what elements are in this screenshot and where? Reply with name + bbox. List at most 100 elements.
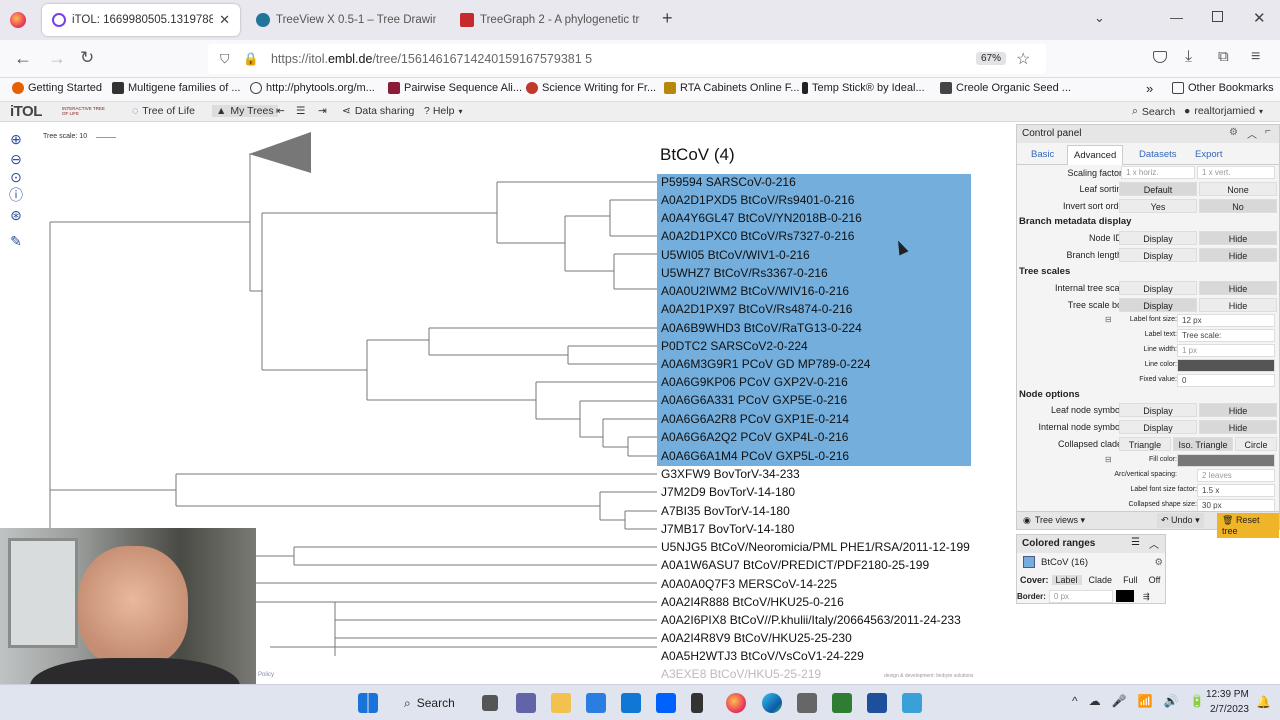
node-ids-display-button[interactable]: Display bbox=[1119, 231, 1197, 245]
bookmark-item[interactable]: Pairwise Sequence Ali... bbox=[388, 82, 522, 94]
gear-icon[interactable]: ⚙ bbox=[1229, 127, 1238, 138]
bookmark-item[interactable]: Multigene families of ... bbox=[112, 82, 241, 94]
nav-help[interactable]: ? Help ▾ bbox=[424, 105, 462, 117]
bookmark-star-icon[interactable]: ☆ bbox=[1016, 49, 1030, 69]
leaf-label[interactable]: A0A6M3G9R1 PCoV GD MP789-0-224 bbox=[661, 357, 870, 371]
tree-views-button[interactable]: ◉ Tree views ▾ bbox=[1023, 515, 1085, 526]
bookmark-item[interactable]: Creole Organic Seed ... bbox=[940, 82, 1071, 94]
leaf-label[interactable]: A0A2D1PX97 BtCoV/Rs4874-0-216 bbox=[661, 302, 852, 316]
app-icon[interactable] bbox=[797, 693, 817, 713]
taskbar-search[interactable]: ⌕ Search bbox=[394, 691, 464, 715]
other-bookmarks[interactable]: Other Bookmarks bbox=[1172, 82, 1274, 94]
leaf-label[interactable]: A0A6G6A2Q2 PCoV GXP4L-0-216 bbox=[661, 430, 848, 444]
leaf-label[interactable]: A0A6G6A331 PCoV GXP5E-0-216 bbox=[661, 393, 847, 407]
list-tabs-icon[interactable]: ⌄ bbox=[1094, 10, 1105, 26]
internal-scale-display-button[interactable]: Display bbox=[1119, 281, 1197, 295]
close-window-icon[interactable]: ✕ bbox=[1253, 9, 1266, 27]
leaf-label[interactable]: A0A5H2WTJ3 BtCoV/VsCoV1-24-229 bbox=[661, 649, 864, 663]
branch-lengths-display-button[interactable]: Display bbox=[1119, 248, 1197, 262]
label-font-size-field[interactable]: 12 px bbox=[1177, 314, 1275, 327]
tab-advanced[interactable]: Advanced bbox=[1067, 145, 1124, 165]
leaf-label[interactable]: U5WI05 BtCoV/WIV1-0-216 bbox=[661, 248, 810, 262]
firefox-menu-icon[interactable] bbox=[10, 12, 26, 28]
clade-iso-triangle-button[interactable]: Iso. Triangle bbox=[1173, 437, 1233, 451]
border-color-swatch[interactable] bbox=[1115, 590, 1134, 602]
leaf-label[interactable]: A0A2I4R8V9 BtCoV/HKU25-25-230 bbox=[661, 631, 852, 645]
leaf-label[interactable]: A0A2D1PXC0 BtCoV/Rs7327-0-216 bbox=[661, 229, 854, 243]
dropbox-icon[interactable] bbox=[656, 693, 676, 713]
bookmark-item[interactable]: Science Writing for Fr... bbox=[526, 82, 656, 94]
leaf-label[interactable]: U5WHZ7 BtCoV/Rs3367-0-216 bbox=[661, 266, 828, 280]
invert-no-button[interactable]: No bbox=[1199, 199, 1277, 213]
collapsed-clade-label[interactable]: BtCoV (4) bbox=[660, 145, 735, 165]
cover-off-button[interactable]: Off bbox=[1145, 575, 1165, 585]
bookmark-item[interactable]: http://phytools.org/m... bbox=[250, 82, 375, 94]
border-width-field[interactable]: 0 px bbox=[1048, 589, 1113, 603]
minimize-icon[interactable]: — bbox=[1170, 10, 1183, 25]
line-color-swatch[interactable] bbox=[1177, 359, 1275, 372]
reload-icon[interactable]: ↻ bbox=[80, 48, 94, 68]
maximize-icon[interactable] bbox=[1212, 11, 1223, 22]
range-color-swatch[interactable] bbox=[1023, 556, 1035, 568]
leaf-symbols-hide-button[interactable]: Hide bbox=[1199, 403, 1277, 417]
app-icon[interactable] bbox=[691, 693, 703, 713]
nav-tree-of-life[interactable]: ◌ Tree of Life bbox=[132, 105, 195, 117]
line-width-field[interactable]: 1 px bbox=[1177, 344, 1275, 357]
shield-icon[interactable]: ⛉ bbox=[220, 52, 229, 67]
horiz-scale-field[interactable]: 1 x horiz. bbox=[1121, 166, 1195, 179]
leaf-label[interactable]: J7MB17 BovTorV-14-180 bbox=[661, 522, 794, 536]
leaf-label[interactable]: A0A2I4R888 BtCoV/HKU25-0-216 bbox=[661, 595, 844, 609]
clade-triangle-button[interactable]: Triangle bbox=[1119, 437, 1171, 451]
url-bar[interactable]: ⛉ 🔒 https://itol. embl.de/tree/1561461671… bbox=[208, 44, 1046, 74]
leaf-label[interactable]: A0A1W6ASU7 BtCoV/PREDICT/PDF2180-25-199 bbox=[661, 558, 929, 572]
download-icon[interactable]: ⤓ bbox=[1185, 48, 1192, 66]
leaf-label[interactable]: P59594 SARSCoV-0-216 bbox=[661, 175, 796, 189]
footer-policy[interactable]: Policy bbox=[258, 672, 274, 678]
leaf-label[interactable]: A0A6B9WHD3 BtCoV/RaTG13-0-224 bbox=[661, 321, 862, 335]
close-tab-icon[interactable]: ✕ bbox=[219, 12, 230, 28]
scale-box-hide-button[interactable]: Hide bbox=[1199, 298, 1277, 312]
internal-scale-hide-button[interactable]: Hide bbox=[1199, 281, 1277, 295]
windows-start-icon[interactable] bbox=[358, 693, 378, 713]
leaf-label[interactable]: A0A6G6A2R8 PCoV GXP1E-0-214 bbox=[661, 412, 849, 426]
clock-date[interactable]: 2/7/2023 bbox=[1210, 704, 1249, 715]
app-menu-icon[interactable]: ≡ bbox=[1251, 48, 1260, 66]
itol-search[interactable]: ⌕ Search bbox=[1132, 105, 1175, 118]
cover-clade-button[interactable]: Clade bbox=[1085, 575, 1117, 585]
itol-user[interactable]: ● realtorjamied ▾ bbox=[1184, 105, 1263, 117]
internal-symbols-hide-button[interactable]: Hide bbox=[1199, 420, 1277, 434]
scale-box-display-button[interactable]: Display bbox=[1119, 298, 1197, 312]
tray-icons[interactable]: ^☁🎤📶🔊🔋 bbox=[1072, 694, 1215, 708]
leaf-label[interactable]: P0DTC2 SARSCoV2-0-224 bbox=[661, 339, 808, 353]
nav-my-trees[interactable]: ▲ My Trees bbox=[212, 105, 278, 117]
zoom-badge[interactable]: 67% bbox=[976, 52, 1007, 65]
leaf-label[interactable]: A0A6G9KP06 PCoV GXP2V-0-216 bbox=[661, 375, 848, 389]
node-ids-hide-button[interactable]: Hide bbox=[1199, 231, 1277, 245]
new-tab-button[interactable]: + bbox=[662, 8, 673, 29]
nav-next-icon[interactable]: ⇥ bbox=[318, 105, 327, 117]
pocket-icon[interactable] bbox=[1153, 51, 1167, 63]
itol-logo[interactable]: iTOL bbox=[10, 103, 42, 120]
app-icon[interactable] bbox=[832, 693, 852, 713]
sort-default-button[interactable]: Default bbox=[1119, 182, 1197, 196]
tab-export[interactable]: Export bbox=[1195, 149, 1222, 160]
edge-icon[interactable] bbox=[762, 693, 782, 713]
vert-scale-field[interactable]: 1 x vert. bbox=[1197, 166, 1275, 179]
label-factor-field[interactable]: 1.5 x bbox=[1197, 484, 1275, 497]
nav-data-sharing[interactable]: ⋖ Data sharing bbox=[342, 105, 414, 117]
task-view-icon[interactable] bbox=[482, 695, 498, 711]
footer-credit[interactable]: design & development: biobyte solutions bbox=[884, 673, 974, 679]
file-explorer-icon[interactable] bbox=[551, 693, 571, 713]
bookmark-item[interactable]: Getting Started bbox=[12, 82, 102, 94]
teams-icon[interactable] bbox=[516, 693, 536, 713]
leaf-symbols-display-button[interactable]: Display bbox=[1119, 403, 1197, 417]
leaf-label[interactable]: A0A0U2IWM2 BtCoV/WIV16-0-216 bbox=[661, 284, 849, 298]
colored-range-item[interactable]: BtCoV (16) ⚙ bbox=[1023, 555, 1163, 569]
leaf-label[interactable]: A0A2D1PXD5 BtCoV/Rs9401-0-216 bbox=[661, 193, 854, 207]
clade-circle-button[interactable]: Circle bbox=[1235, 437, 1277, 451]
leaf-label[interactable]: J7M2D9 BovTorV-14-180 bbox=[661, 485, 795, 499]
store-icon[interactable] bbox=[586, 693, 606, 713]
tab-itol[interactable]: iTOL: 1669980505.1319788Newic ✕ bbox=[42, 4, 240, 36]
nav-prev-icon[interactable]: ⇤ bbox=[276, 105, 285, 117]
clock-time[interactable]: 12:39 PM bbox=[1206, 689, 1249, 700]
